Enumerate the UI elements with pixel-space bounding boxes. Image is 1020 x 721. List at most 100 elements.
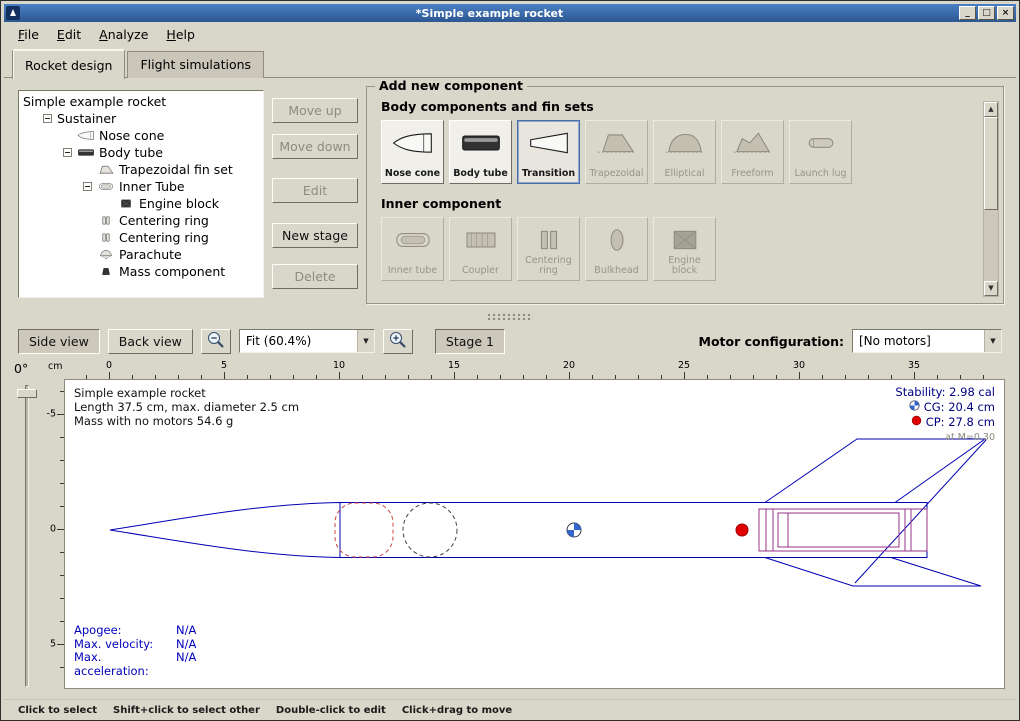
inner-tube-assembly	[759, 509, 927, 551]
status-hint-shift-click-to-select-other: Shift+click to select other	[113, 705, 260, 716]
component-button-trapezoidal: Trapezoidal	[585, 120, 648, 184]
fin-upper-outline	[765, 439, 985, 503]
component-button-engine-block: Engine block	[653, 217, 716, 281]
body-tube-outline	[340, 503, 927, 558]
bodytube-icon	[458, 127, 504, 159]
tabbar: Rocket designFlight simulations	[4, 47, 1016, 78]
tree-item-body-tube[interactable]: Body tube	[19, 144, 263, 161]
rocket-canvas[interactable]: Simple example rocket Length 37.5 cm, ma…	[64, 379, 1005, 689]
transition-icon	[526, 127, 572, 159]
tree-collapse-handle[interactable]	[83, 182, 92, 191]
component-button-inner-tube: Inner tube	[381, 217, 444, 281]
menu-help[interactable]: Help	[158, 24, 203, 45]
fin-icon	[97, 163, 115, 176]
vertical-ruler: -505	[46, 379, 64, 691]
tab-flight-simulations[interactable]: Flight simulations	[127, 51, 264, 78]
status-hint-click-to-select: Click to select	[18, 705, 97, 716]
view-toolbar: Side view Back view Fit (60.4%) ▼ Stage …	[4, 323, 1016, 359]
tree-item-parachute[interactable]: Parachute	[19, 246, 263, 263]
menu-edit[interactable]: Edit	[49, 24, 89, 45]
component-button-nose-cone[interactable]: Nose cone	[381, 120, 444, 184]
rotation-slider-handle[interactable]	[17, 389, 37, 398]
side-view-button[interactable]: Side view	[18, 329, 100, 354]
splitter-grip-icon	[487, 313, 533, 320]
move-down-button: Move down	[272, 134, 358, 159]
tree-item-mass-component[interactable]: Mass component	[19, 263, 263, 280]
magnifier-plus-icon	[388, 330, 408, 353]
minimize-button[interactable]: _	[959, 6, 976, 20]
fin-lower-outline	[765, 558, 981, 587]
horizontal-splitter[interactable]	[4, 310, 1016, 323]
menu-file[interactable]: File	[10, 24, 47, 45]
freeform-icon	[730, 127, 776, 159]
centeringring-icon	[526, 224, 572, 256]
window-title: *Simple example rocket	[23, 7, 956, 20]
component-button-coupler: Coupler	[449, 217, 512, 281]
bodytube-icon	[77, 146, 95, 159]
edit-button: Edit	[272, 178, 358, 203]
tree-item-nose-cone[interactable]: Nose cone	[19, 127, 263, 144]
horizontal-ruler: 05101520253035	[64, 359, 1005, 379]
delete-button: Delete	[272, 264, 358, 289]
design-tree[interactable]: Simple example rocketSustainerNose coneB…	[18, 90, 264, 298]
status-hint-click-drag-to-move: Click+drag to move	[402, 705, 512, 716]
flight-data-block: Apogee:N/A Max. velocity:N/A Max. accele…	[74, 624, 196, 678]
component-button-centering-ring: Centering ring	[517, 217, 580, 281]
tree-item-trapezoidal-fin-set[interactable]: Trapezoidal fin set	[19, 161, 263, 178]
tree-item-centering-ring[interactable]: Centering ring	[19, 212, 263, 229]
nose-cone-outline	[110, 503, 340, 558]
ruler-unit-label: cm	[46, 359, 64, 379]
tree-collapse-handle[interactable]	[43, 114, 52, 123]
component-button-body-tube[interactable]: Body tube	[449, 120, 512, 184]
move-up-button: Move up	[272, 98, 358, 123]
tree-item-inner-tube[interactable]: Inner Tube	[19, 178, 263, 195]
close-button[interactable]: ×	[997, 6, 1014, 20]
zoom-in-button[interactable]	[383, 329, 413, 354]
tab-rocket-design[interactable]: Rocket design	[12, 49, 125, 79]
centeringring-icon	[97, 231, 115, 244]
engineblock-icon	[117, 197, 135, 210]
parachute-icon	[97, 248, 115, 261]
motor-configuration-label: Motor configuration:	[699, 334, 844, 349]
chevron-down-icon[interactable]: ▼	[357, 330, 374, 352]
zoom-out-button[interactable]	[201, 329, 231, 354]
bulkhead-icon	[594, 224, 640, 256]
component-button-transition[interactable]: Transition	[517, 120, 580, 184]
motor-configuration-select[interactable]: [No motors] ▼	[852, 329, 1002, 353]
nosecone-icon	[77, 129, 95, 142]
zoom-select[interactable]: Fit (60.4%) ▼	[239, 329, 375, 353]
add-component-title: Add new component	[375, 78, 527, 93]
statusbar: Click to select Shift+click to select oth…	[4, 699, 1016, 721]
stage-1-toggle[interactable]: Stage 1	[435, 329, 505, 354]
tree-item-sustainer[interactable]: Sustainer	[19, 110, 263, 127]
component-button-freeform: Freeform	[721, 120, 784, 184]
scroll-down-button[interactable]: ▼	[984, 281, 998, 296]
menu-analyze[interactable]: Analyze	[91, 24, 156, 45]
scroll-up-button[interactable]: ▲	[984, 102, 998, 117]
chevron-down-icon[interactable]: ▼	[984, 330, 1001, 352]
tree-item-engine-block[interactable]: Engine block	[19, 195, 263, 212]
new-stage-button[interactable]: New stage	[272, 223, 358, 248]
centeringring-icon	[97, 214, 115, 227]
titlebar[interactable]: *Simple example rocket _ □ ×	[4, 4, 1016, 22]
application-window: *Simple example rocket _ □ × FileEditAna…	[0, 0, 1020, 721]
innertube-icon	[390, 224, 436, 256]
app-icon	[6, 6, 20, 20]
tree-item-simple-example-rocket[interactable]: Simple example rocket	[19, 93, 263, 110]
nosecone-icon	[390, 127, 436, 159]
component-scrollbar[interactable]: ▲ ▼	[983, 101, 999, 297]
rotation-slider[interactable]	[25, 385, 29, 687]
maximize-button[interactable]: □	[978, 6, 995, 20]
design-top-section: Simple example rocketSustainerNose coneB…	[4, 78, 1016, 310]
tree-collapse-handle[interactable]	[63, 148, 72, 157]
tree-item-centering-ring[interactable]: Centering ring	[19, 229, 263, 246]
rocket-design-pane: Simple example rocketSustainerNose coneB…	[4, 78, 1016, 721]
back-view-button[interactable]: Back view	[108, 329, 193, 354]
stability-block: Stability: 2.98 cal CG: 20.4 cm CP: 27.8…	[895, 385, 995, 445]
mass-icon	[97, 265, 115, 278]
scrollbar-thumb[interactable]	[984, 117, 998, 210]
fin-angled-edge	[855, 440, 986, 583]
coupler-icon	[458, 224, 504, 256]
engineblock-icon	[662, 224, 708, 256]
stability-value: Stability: 2.98 cal	[895, 385, 995, 400]
